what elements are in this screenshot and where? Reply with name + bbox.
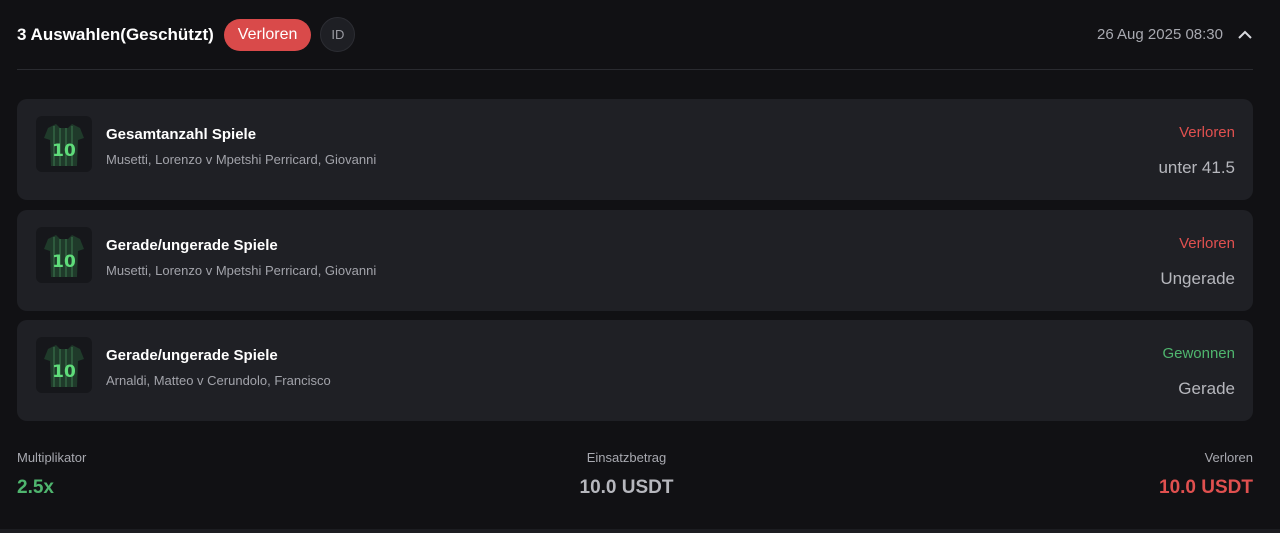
id-button[interactable]: ID	[320, 17, 356, 52]
selection-result: Gewonnen	[1162, 345, 1235, 362]
match-name: Arnaldi, Matteo v Cerundolo, Francisco	[106, 373, 331, 388]
stake-summary: Einsatzbetrag 10.0 USDT	[540, 450, 713, 499]
bottom-divider	[0, 529, 1280, 533]
selection-card: 10 Gerade/ungerade Spiele Arnaldi, Matte…	[17, 320, 1253, 421]
selection-card: 10 Gesamtanzahl Spiele Musetti, Lorenzo …	[17, 99, 1253, 200]
stake-value: 10.0 USDT	[579, 477, 674, 498]
bet-datetime: 26 Aug 2025 08:30	[1097, 26, 1223, 43]
market-name: Gerade/ungerade Spiele	[106, 237, 278, 254]
outcome-label: Verloren	[1204, 450, 1253, 465]
stake-label: Einsatzbetrag	[586, 450, 667, 465]
chevron-up-icon[interactable]	[1237, 27, 1253, 43]
svg-text:10: 10	[52, 252, 76, 272]
selection-card: 10 Gerade/ungerade Spiele Musetti, Loren…	[17, 210, 1253, 311]
svg-text:10: 10	[52, 141, 76, 161]
market-name: Gesamtanzahl Spiele	[106, 126, 257, 143]
jersey-icon: 10	[36, 337, 92, 393]
outcome-summary: Verloren 10.0 USDT	[1159, 450, 1253, 499]
bet-header: 3 Auswahlen(Geschützt) Verloren ID 26 Au…	[17, 0, 1253, 70]
status-badge: Verloren	[223, 18, 312, 51]
bet-title: 3 Auswahlen(Geschützt)	[17, 24, 214, 44]
selection-pick: unter 41.5	[1158, 158, 1235, 177]
match-name: Musetti, Lorenzo v Mpetshi Perricard, Gi…	[106, 263, 377, 278]
multiplier-label: Multiplikator	[17, 450, 87, 465]
svg-text:10: 10	[52, 362, 76, 382]
multiplier-summary: Multiplikator 2.5x	[17, 450, 86, 499]
market-name: Gerade/ungerade Spiele	[106, 347, 278, 364]
selection-result: Verloren	[1179, 124, 1235, 141]
selection-result: Verloren	[1179, 235, 1235, 252]
selection-pick: Gerade	[1178, 379, 1235, 398]
multiplier-value: 2.5x	[17, 477, 54, 498]
jersey-icon: 10	[36, 116, 92, 172]
outcome-value: 10.0 USDT	[1159, 477, 1253, 498]
jersey-icon: 10	[36, 227, 92, 283]
match-name: Musetti, Lorenzo v Mpetshi Perricard, Gi…	[106, 152, 377, 167]
selection-pick: Ungerade	[1160, 269, 1235, 288]
